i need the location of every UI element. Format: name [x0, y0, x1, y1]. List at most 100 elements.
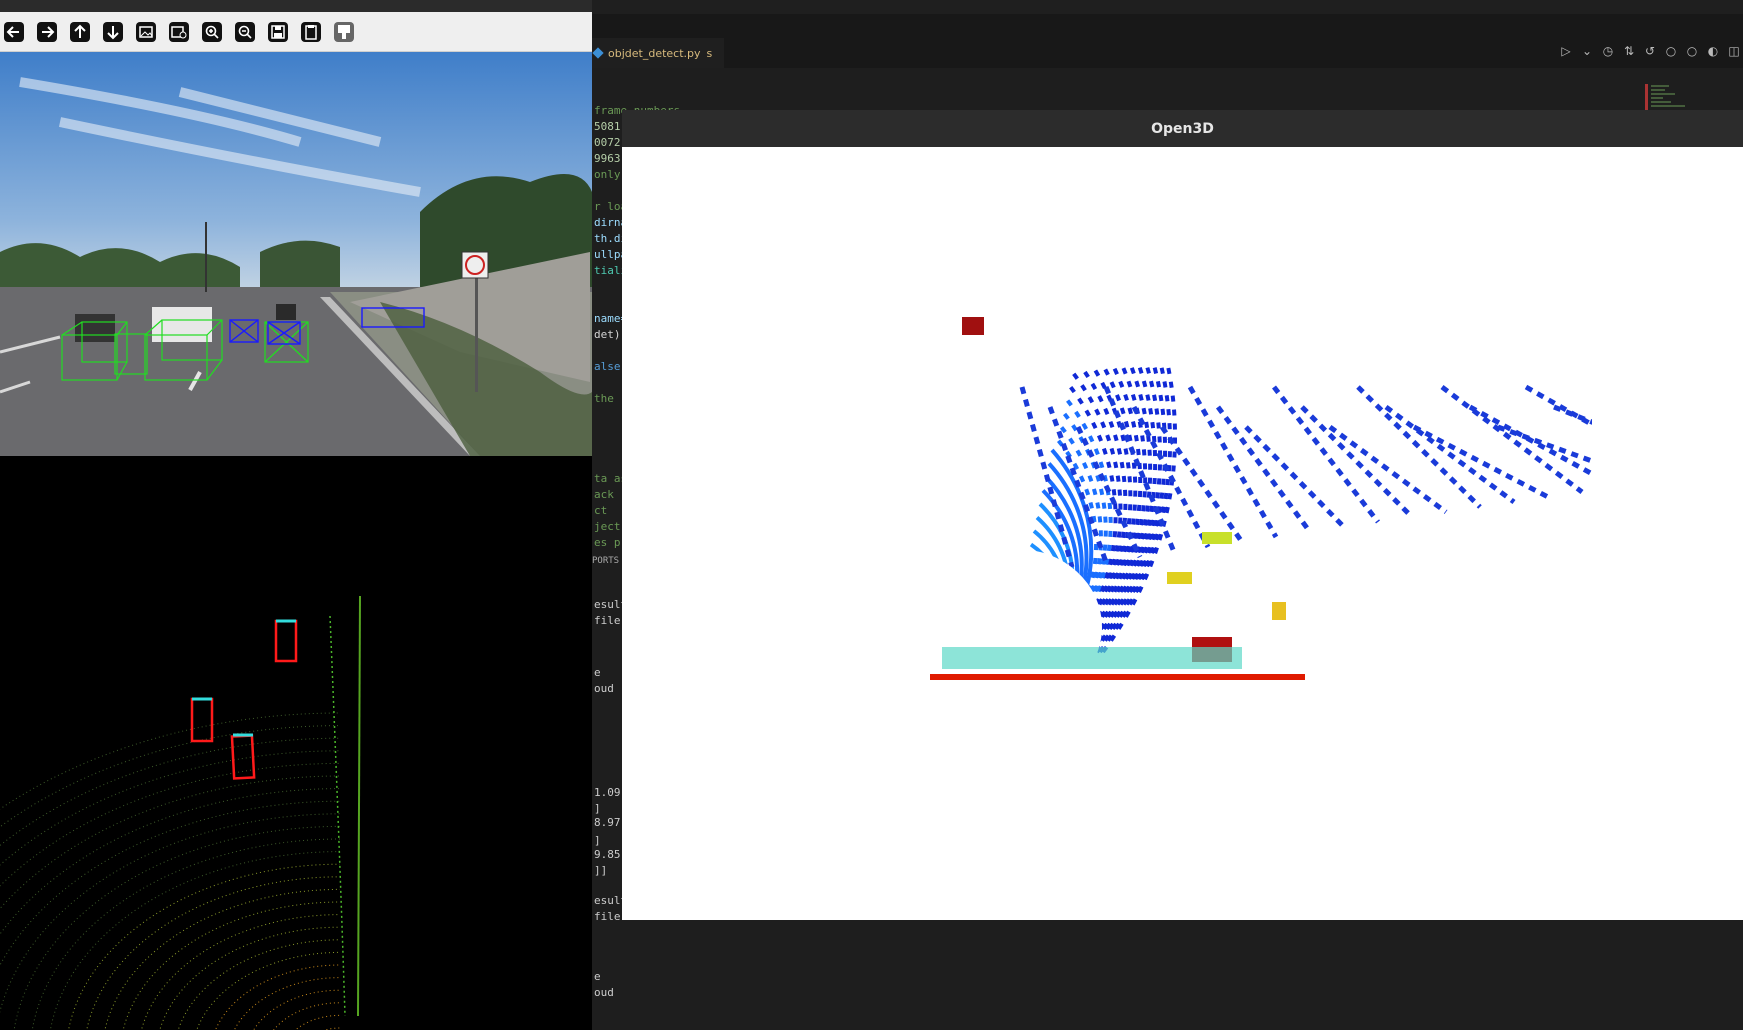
- revert-icon[interactable]: ↺: [1644, 44, 1656, 58]
- save-button[interactable]: [264, 18, 291, 45]
- viewer-toolbar: [0, 12, 592, 52]
- code-fragment: ject: [594, 520, 621, 533]
- up-button[interactable]: [66, 18, 93, 45]
- lidar-ring: [0, 762, 341, 887]
- breadcrumb: [592, 68, 1743, 86]
- previous-change-icon[interactable]: ○: [1665, 44, 1677, 58]
- lidar-ring: [0, 813, 341, 1014]
- bev-box-1: [274, 619, 298, 663]
- code-fragment: ct: [594, 504, 608, 517]
- back-icon: [3, 21, 24, 42]
- zoom-out-button[interactable]: [231, 18, 258, 45]
- lidar-ring: [0, 800, 341, 967]
- terminal-line: e: [594, 666, 601, 679]
- split-editor-icon[interactable]: ◫: [1728, 44, 1740, 58]
- ground-points: [942, 647, 1242, 669]
- terminal-line: e: [594, 970, 601, 983]
- down-button[interactable]: [99, 18, 126, 45]
- terminal-line: file: [594, 614, 621, 627]
- lidar-ring: [104, 888, 341, 1030]
- code-fragment: 0072: [594, 136, 621, 149]
- bev-pointcloud: [0, 595, 361, 1030]
- lidar-ring: [0, 788, 341, 935]
- object-points: [1167, 572, 1192, 584]
- run-icon[interactable]: ▷: [1560, 44, 1572, 58]
- lidar-ring: [214, 964, 341, 1030]
- code-fragment: alse: [594, 360, 621, 373]
- lidar-ring: [294, 1014, 341, 1030]
- lidar-ring: [177, 939, 341, 1030]
- pointcloud-mask-right: [1592, 147, 1743, 920]
- editor-strip: [592, 14, 1743, 38]
- terminal-line: 1.09: [594, 786, 621, 799]
- bev-box-2: [190, 697, 214, 743]
- customize-icon: [333, 21, 354, 42]
- bev-lidar-view: [0, 456, 592, 1030]
- terminal-line: 8.97: [594, 816, 621, 829]
- image-settings-icon: [168, 21, 189, 42]
- back-button[interactable]: [0, 18, 27, 45]
- code-fragment: det): [594, 328, 621, 341]
- terminal-line: file: [594, 910, 621, 923]
- open3d-titlebar[interactable]: Open3D: [622, 110, 1743, 147]
- terminal-line: ]: [594, 802, 601, 815]
- lidar-ring: [273, 1002, 341, 1030]
- lidar-ring: [0, 775, 341, 910]
- compare-icon[interactable]: ⇅: [1623, 44, 1635, 58]
- object-points: [1272, 602, 1286, 620]
- next-change-icon[interactable]: ○: [1686, 44, 1698, 58]
- ego-vehicle-gap: [932, 549, 1102, 705]
- camera-scene: [0, 52, 592, 456]
- customize-button[interactable]: [330, 18, 357, 45]
- object-points: [1202, 532, 1232, 544]
- up-icon: [69, 21, 90, 42]
- pointcloud-mask-top: [622, 147, 1743, 367]
- pointcloud-mask-bottom: [622, 687, 1743, 920]
- tab-filename: objdet_detect.py: [608, 46, 701, 60]
- clipboard-icon: [300, 21, 321, 42]
- lidar-ring: [31, 838, 341, 1030]
- image-settings-button[interactable]: [165, 18, 192, 45]
- terminal-line: ]]: [594, 864, 608, 877]
- forward-icon: [36, 21, 57, 42]
- lidar-ring: [0, 750, 341, 866]
- editor-actions: ▷ ⌄ ◷ ⇅ ↺ ○ ○ ◐ ◫: [1560, 44, 1740, 58]
- lidar-ring: [49, 851, 341, 1030]
- lidar-ring: [140, 914, 341, 1030]
- open3d-canvas[interactable]: [622, 147, 1743, 920]
- lidar-ring: [159, 926, 341, 1030]
- image-icon: [135, 21, 156, 42]
- pointcloud-render: [622, 147, 1743, 920]
- lidar-ring: [68, 863, 341, 1030]
- toggle-icon[interactable]: ◐: [1707, 44, 1719, 58]
- code-fragment: the: [594, 392, 614, 405]
- terminal-line: 9.85: [594, 848, 621, 861]
- lidar-ring: [253, 989, 341, 1030]
- terminal-line: oud: [594, 682, 614, 695]
- tab-status: s: [706, 46, 713, 60]
- python-file-icon: [592, 47, 604, 59]
- terminal-line: oud: [594, 986, 614, 999]
- terminal-line: ]: [594, 834, 601, 847]
- zoom-out-icon: [234, 21, 255, 42]
- curb-points: [930, 674, 1305, 680]
- minimap[interactable]: [1645, 84, 1695, 110]
- lidar-ring: [0, 737, 341, 847]
- camera-image: [0, 52, 592, 456]
- zoom-in-button[interactable]: [198, 18, 225, 45]
- lidar-ring: [196, 951, 341, 1030]
- tab-objdet-detect[interactable]: objdet_detect.py s: [592, 38, 725, 68]
- object-points: [962, 317, 984, 335]
- chevron-down-icon[interactable]: ⌄: [1581, 44, 1593, 58]
- lidar-ring: [0, 725, 341, 828]
- history-icon[interactable]: ◷: [1602, 44, 1614, 58]
- forward-button[interactable]: [33, 18, 60, 45]
- panel-label-ports[interactable]: PORTS: [592, 556, 619, 566]
- lidar-ring: [122, 901, 341, 1030]
- lidar-ring: [0, 712, 341, 810]
- viewer-titlebar[interactable]: [0, 0, 592, 12]
- lidar-ring: [233, 977, 341, 1030]
- clipboard-button[interactable]: [297, 18, 324, 45]
- save-icon: [267, 21, 288, 42]
- image-button[interactable]: [132, 18, 159, 45]
